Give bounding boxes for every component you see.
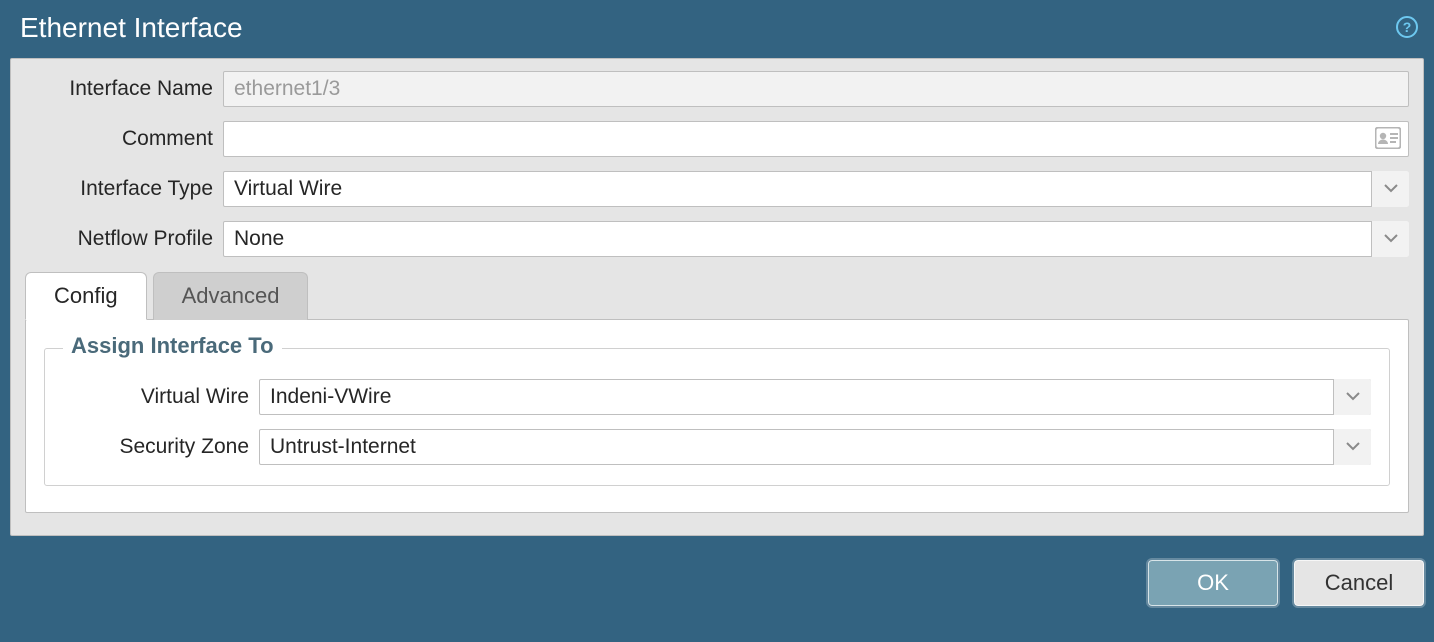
tab-config[interactable]: Config [25,272,147,320]
interface-type-dropdown[interactable] [223,171,1409,207]
ok-button[interactable]: OK [1148,560,1278,606]
comment-input[interactable] [223,121,1409,157]
id-card-icon[interactable] [1375,127,1401,149]
tab-advanced[interactable]: Advanced [153,272,309,320]
fieldset-legend: Assign Interface To [63,333,282,359]
security-zone-label: Security Zone [63,435,259,459]
help-icon[interactable]: ? [1396,16,1418,38]
form-panel: Interface Name Comment Interface Type Ne… [10,58,1424,536]
cancel-button[interactable]: Cancel [1294,560,1424,606]
security-zone-dropdown[interactable] [259,429,1371,465]
interface-name-label: Interface Name [25,77,223,101]
netflow-profile-dropdown[interactable] [223,221,1409,257]
comment-label: Comment [25,127,223,151]
config-pane: Assign Interface To Virtual Wire Securit… [25,319,1409,513]
assign-interface-fieldset: Assign Interface To Virtual Wire Securit… [44,348,1390,486]
interface-type-label: Interface Type [25,177,223,201]
virtual-wire-dropdown[interactable] [259,379,1371,415]
netflow-profile-label: Netflow Profile [25,227,223,251]
tab-strip: Config Advanced [25,271,1409,319]
dialog-footer: OK Cancel [0,546,1434,606]
interface-name-input [223,71,1409,107]
dialog-title: Ethernet Interface [0,0,1434,58]
virtual-wire-label: Virtual Wire [63,385,259,409]
svg-text:?: ? [1403,19,1412,35]
